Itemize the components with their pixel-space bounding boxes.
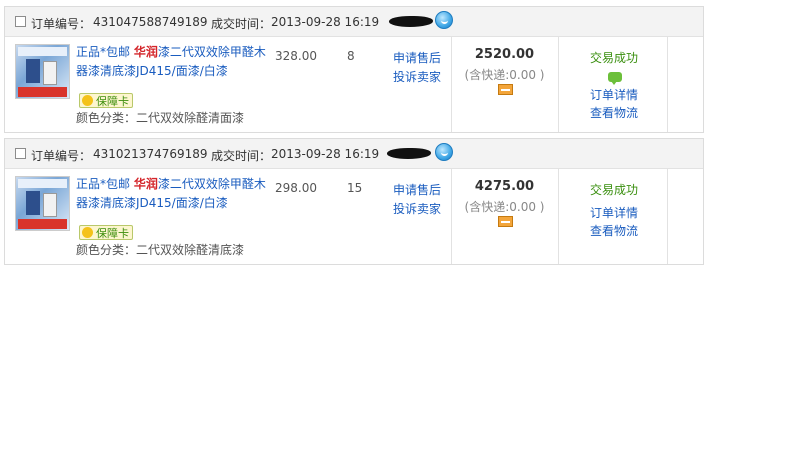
- deal-time: 2013-09-28 16:19: [271, 147, 380, 161]
- order-checkbox[interactable]: [15, 16, 26, 27]
- shipping-fee: (含快递:0.00 ): [464, 200, 545, 214]
- order-card: 订单编号： 431047588749189 成交时间： 2013-09-28 1…: [4, 6, 704, 133]
- order-header: 订单编号： 431047588749189 成交时间： 2013-09-28 1…: [5, 7, 703, 37]
- guarantee-label: 保障卡: [96, 227, 129, 240]
- wangwang-chat-icon[interactable]: [435, 143, 453, 161]
- order-number: 431021374769189: [93, 147, 208, 161]
- deal-time-label: 成交时间：: [211, 149, 272, 163]
- trade-status: 交易成功: [589, 51, 638, 65]
- order-item-row: 正品*包邮 华润漆二代双效除甲醛木器漆清底漆JD415/面漆/白漆 保障卡 颜色…: [5, 37, 703, 132]
- product-title-link[interactable]: 正品*包邮 华润漆二代双效除甲醛木器漆清底漆JD415/面漆/白漆: [76, 175, 266, 213]
- guarantee-label: 保障卡: [96, 95, 129, 108]
- complain-seller-link[interactable]: 投诉卖家: [381, 68, 453, 87]
- product-thumbnail[interactable]: [15, 176, 70, 231]
- view-logistics-link[interactable]: 查看物流: [560, 222, 668, 239]
- order-checkbox[interactable]: [15, 148, 26, 159]
- unit-price: 298.00: [275, 181, 317, 195]
- redacted-seller-name: [389, 16, 433, 27]
- trade-status: 交易成功: [589, 183, 638, 197]
- order-number-label: 订单编号：: [31, 149, 92, 163]
- product-thumbnail[interactable]: [15, 44, 70, 99]
- guarantee-badge[interactable]: 保障卡: [79, 225, 133, 240]
- guarantee-icon: [82, 227, 93, 238]
- shipping-fee: (含快递:0.00 ): [464, 68, 545, 82]
- wangwang-chat-icon[interactable]: [435, 11, 453, 29]
- apply-after-sale-link[interactable]: 申请售后: [381, 49, 453, 68]
- order-number: 431047588749189: [93, 15, 208, 29]
- chat-bubble-icon[interactable]: [608, 72, 622, 85]
- order-number-label: 订单编号：: [31, 17, 92, 31]
- deal-time: 2013-09-28 16:19: [271, 15, 380, 29]
- order-detail-link[interactable]: 订单详情: [560, 86, 668, 103]
- product-title-link[interactable]: 正品*包邮 华润漆二代双效除甲醛木器漆清底漆JD415/面漆/白漆: [76, 43, 266, 81]
- product-spec: 颜色分类：二代双效除醛清底漆: [76, 243, 245, 257]
- view-logistics-link[interactable]: 查看物流: [560, 104, 668, 121]
- order-item-row: 正品*包邮 华润漆二代双效除甲醛木器漆清底漆JD415/面漆/白漆 保障卡 颜色…: [5, 169, 703, 264]
- quantity: 8: [347, 49, 355, 63]
- deal-time-label: 成交时间：: [211, 17, 272, 31]
- complain-seller-link[interactable]: 投诉卖家: [381, 200, 453, 219]
- after-sale-actions: 申请售后 投诉卖家: [381, 181, 453, 219]
- quantity: 15: [347, 181, 363, 195]
- title-prefix: 正品*包邮: [76, 177, 134, 191]
- order-header: 订单编号： 431021374769189 成交时间： 2013-09-28 1…: [5, 139, 703, 169]
- title-prefix: 正品*包邮: [76, 45, 134, 59]
- unit-price: 328.00: [275, 49, 317, 63]
- payment-card-icon: [498, 216, 513, 227]
- product-spec: 颜色分类：二代双效除醛清面漆: [76, 111, 245, 125]
- apply-after-sale-link[interactable]: 申请售后: [381, 181, 453, 200]
- order-total: 4275.00: [474, 179, 535, 194]
- payment-card-icon: [498, 84, 513, 95]
- title-brand: 华润: [133, 45, 158, 59]
- order-detail-link[interactable]: 订单详情: [560, 204, 668, 221]
- title-brand: 华润: [133, 177, 158, 191]
- guarantee-icon: [82, 95, 93, 106]
- after-sale-actions: 申请售后 投诉卖家: [381, 49, 453, 87]
- order-total: 2520.00: [474, 47, 535, 62]
- redacted-seller-name: [387, 148, 431, 159]
- order-card: 订单编号： 431021374769189 成交时间： 2013-09-28 1…: [4, 138, 704, 265]
- guarantee-badge[interactable]: 保障卡: [79, 93, 133, 108]
